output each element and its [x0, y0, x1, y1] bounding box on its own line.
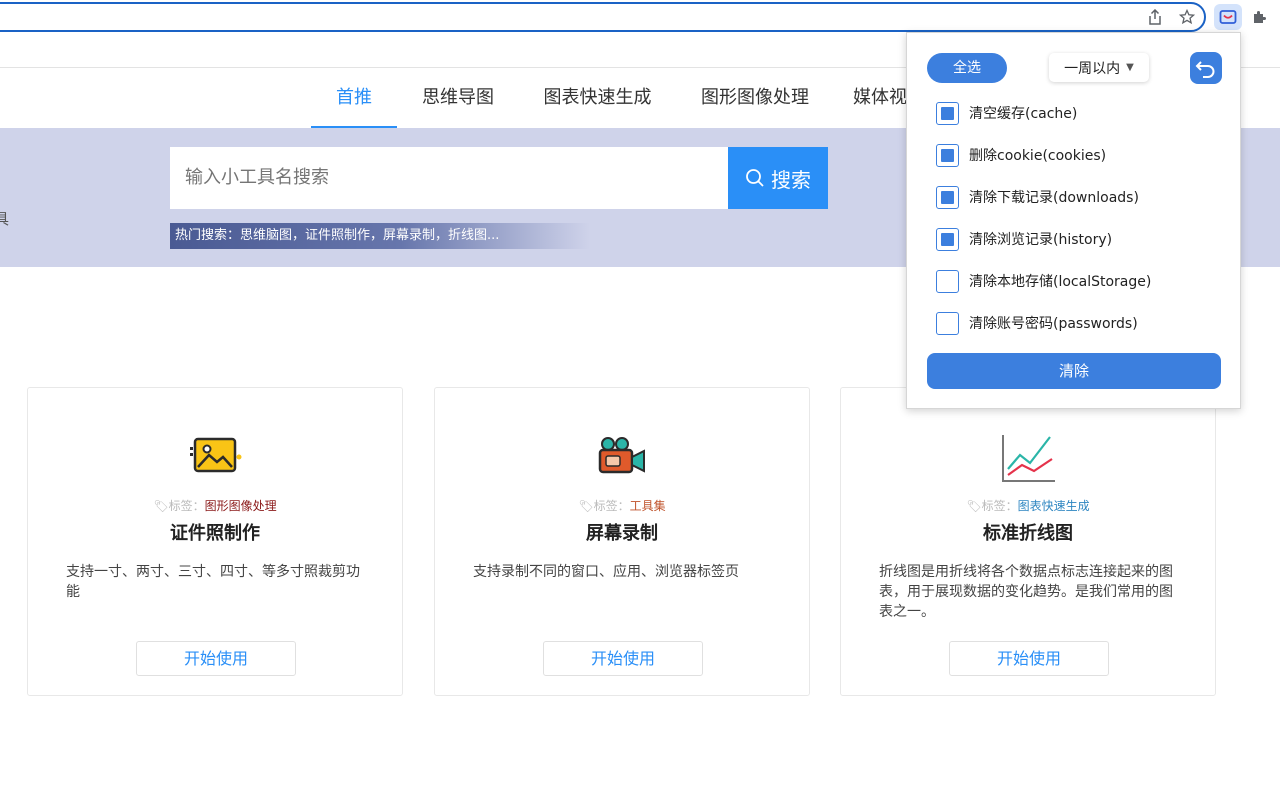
- option-label: 清除浏览记录(history): [969, 232, 1113, 248]
- undo-icon: [1195, 61, 1215, 78]
- cleaner-popup: 全选 一周以内 ▼ 清空缓存(cache) 删除cookie(cookies) …: [906, 32, 1241, 409]
- undo-button[interactable]: [1190, 52, 1222, 84]
- time-range-value: 一周以内: [1064, 60, 1121, 77]
- checkbox-cache[interactable]: [936, 101, 959, 125]
- card-description: 支持录制不同的窗口、应用、浏览器标签页: [473, 564, 739, 580]
- tool-card-id-photo: 🏷标签：图形图像处理 证件照制作 支持一寸、两寸、三寸、四寸、等多寸照裁剪功能 …: [27, 387, 403, 696]
- option-history[interactable]: 清除浏览记录(history): [936, 227, 1112, 251]
- tab-chart-generator[interactable]: 图表快速生成: [535, 68, 660, 128]
- start-button[interactable]: 开始使用: [949, 641, 1109, 676]
- option-label: 清除本地存储(localStorage): [969, 274, 1152, 290]
- time-range-dropdown[interactable]: 一周以内 ▼: [1049, 53, 1149, 82]
- tool-card-line-chart: 🏷标签：图表快速生成 标准折线图 折线图是用折线将各个数据点标志连接起来的图表，…: [840, 387, 1216, 696]
- tool-card-screen-recording: 🏷标签：工具集 屏幕录制 支持录制不同的窗口、应用、浏览器标签页 开始使用: [434, 387, 810, 696]
- tag-icon: 🏷: [966, 499, 982, 513]
- option-downloads[interactable]: 清除下载记录(downloads): [936, 185, 1139, 209]
- tab-mind-map[interactable]: 思维导图: [412, 68, 504, 128]
- card-tag-value[interactable]: 图表快速生成: [1018, 499, 1090, 513]
- tab-media[interactable]: 媒体视: [853, 68, 913, 128]
- checkbox-passwords[interactable]: [936, 311, 959, 335]
- tag-icon: 🏷: [578, 499, 594, 513]
- line-chart-icon: [1000, 433, 1056, 482]
- video-camera-icon: [594, 433, 650, 479]
- tab-image-processing[interactable]: 图形图像处理: [692, 68, 818, 128]
- checkbox-history[interactable]: [936, 227, 959, 251]
- card-title: 屏幕录制: [586, 523, 658, 544]
- extension-cleaner-icon[interactable]: [1214, 4, 1242, 30]
- star-icon[interactable]: [1175, 6, 1199, 28]
- image-icon: [187, 433, 243, 479]
- option-localstorage[interactable]: 清除本地存储(localStorage): [936, 269, 1151, 293]
- address-bar[interactable]: [0, 2, 1206, 32]
- clear-button[interactable]: 清除: [927, 353, 1221, 389]
- option-label: 删除cookie(cookies): [969, 148, 1107, 164]
- checkbox-cookies[interactable]: [936, 143, 959, 167]
- start-button[interactable]: 开始使用: [543, 641, 703, 676]
- card-description: 折线图是用折线将各个数据点标志连接起来的图表，用于展现数据的变化趋势。是我们常用…: [879, 564, 1173, 620]
- caret-down-icon: ▼: [1126, 62, 1134, 73]
- option-cookies[interactable]: 删除cookie(cookies): [936, 143, 1106, 167]
- start-button[interactable]: 开始使用: [136, 641, 296, 676]
- option-label: 清空缓存(cache): [969, 106, 1078, 122]
- hot-search-bar[interactable]: 热门搜索：思维脑图，证件照制作，屏幕录制，折线图...: [170, 223, 590, 249]
- option-cache[interactable]: 清空缓存(cache): [936, 101, 1077, 125]
- search-button[interactable]: 搜索: [728, 147, 828, 209]
- card-title: 标准折线图: [983, 523, 1073, 544]
- hero-edge-text: 具: [0, 210, 10, 228]
- checkbox-downloads[interactable]: [936, 185, 959, 209]
- card-tag: 🏷标签：图表快速生成: [966, 499, 1090, 513]
- card-tag: 🏷标签：图形图像处理: [153, 499, 277, 513]
- puzzle-icon[interactable]: [1247, 6, 1271, 28]
- search-button-label: 搜索: [771, 167, 811, 192]
- option-passwords[interactable]: 清除账号密码(passwords): [936, 311, 1138, 335]
- card-description: 支持一寸、两寸、三寸、四寸、等多寸照裁剪功能: [66, 564, 360, 600]
- search-icon: [746, 169, 764, 187]
- card-tag-value[interactable]: 图形图像处理: [205, 499, 277, 513]
- browser-toolbar: [0, 0, 1280, 34]
- tag-icon: 🏷: [153, 499, 169, 513]
- search-input[interactable]: [170, 147, 728, 209]
- option-label: 清除账号密码(passwords): [969, 316, 1138, 332]
- checkbox-localstorage[interactable]: [936, 269, 959, 293]
- share-icon[interactable]: [1143, 6, 1167, 28]
- select-all-button[interactable]: 全选: [927, 53, 1007, 83]
- tab-recommended[interactable]: 首推: [311, 68, 397, 128]
- card-tag-value[interactable]: 工具集: [630, 499, 666, 513]
- option-label: 清除下载记录(downloads): [969, 190, 1139, 206]
- card-tag: 🏷标签：工具集: [578, 499, 666, 513]
- card-title: 证件照制作: [170, 523, 260, 544]
